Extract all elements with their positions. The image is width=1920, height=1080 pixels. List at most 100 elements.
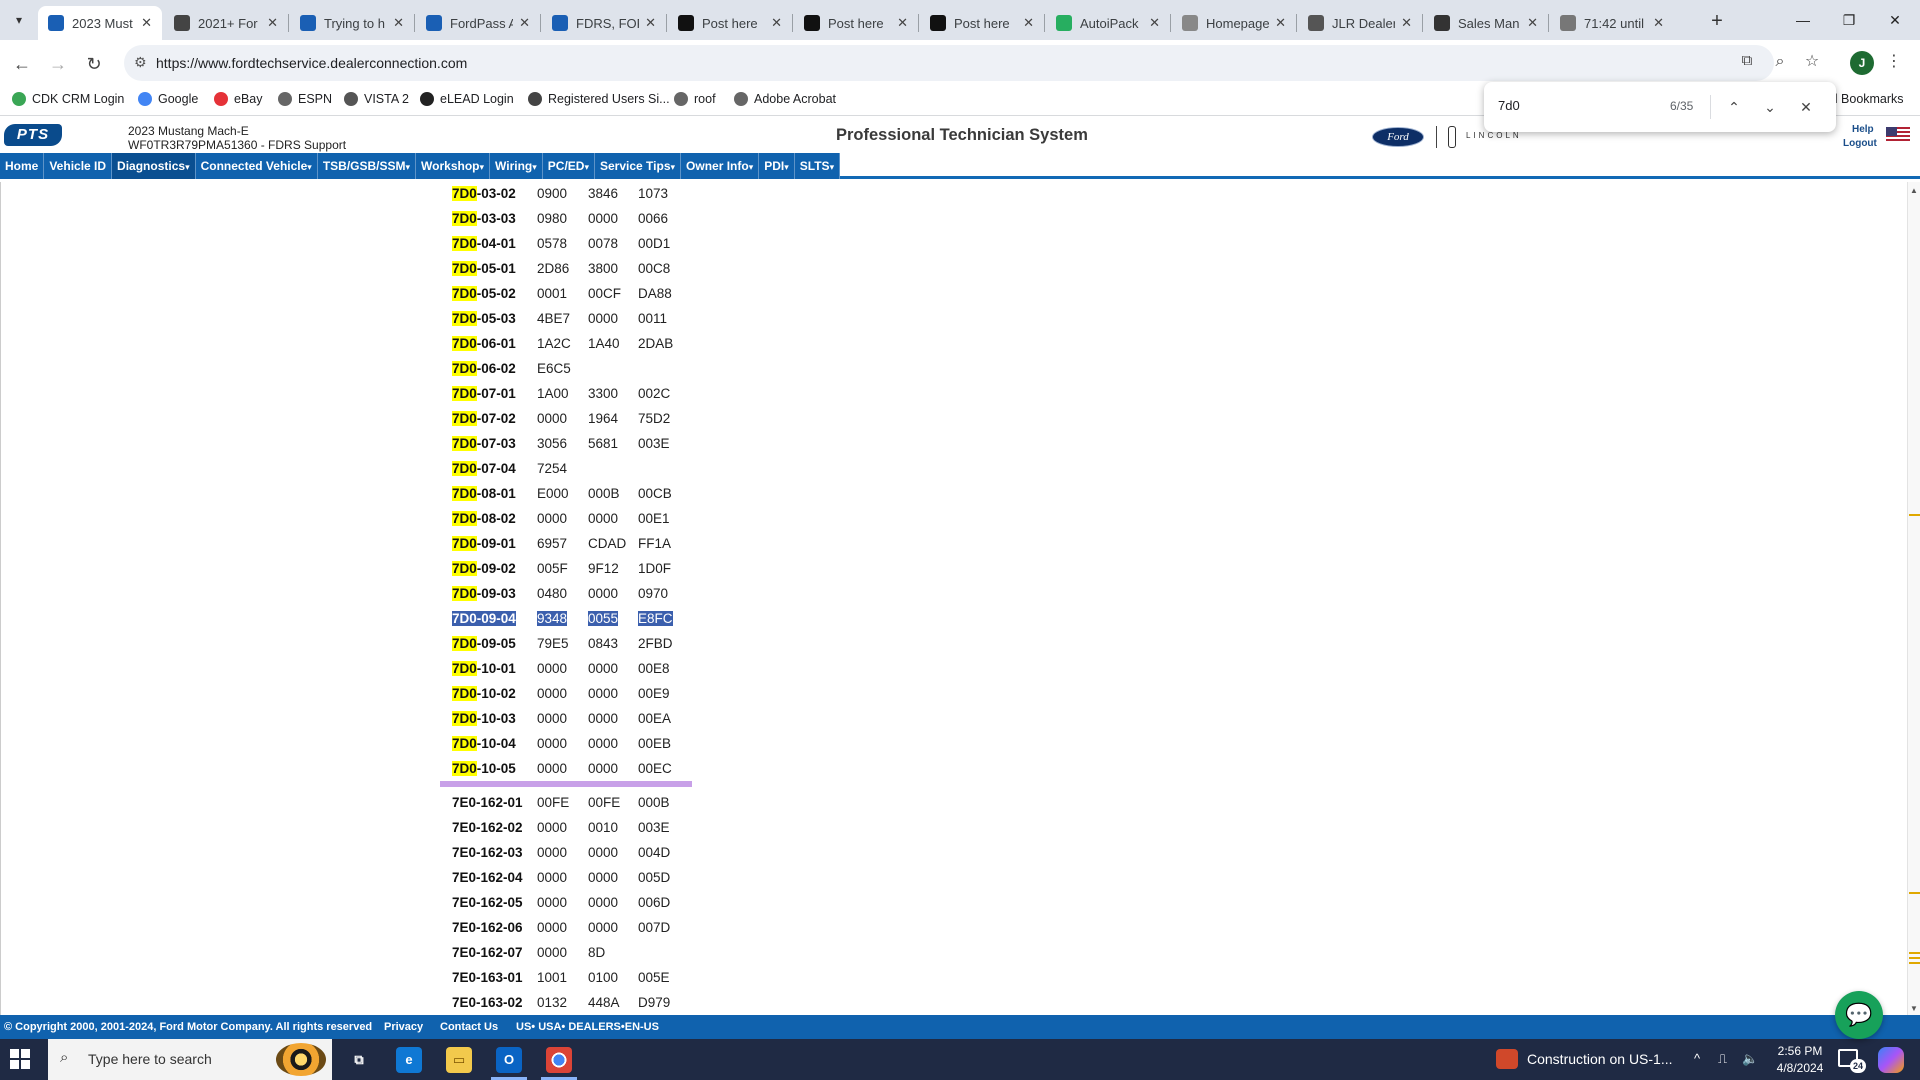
- tab-close-icon[interactable]: ✕: [1149, 15, 1160, 31]
- copilot-icon[interactable]: [1878, 1047, 1904, 1073]
- find-input[interactable]: 7d0: [1498, 98, 1520, 113]
- tab-close-icon[interactable]: ✕: [393, 15, 404, 31]
- bookmark-item[interactable]: Adobe Acrobat: [734, 92, 836, 106]
- bookmark-item[interactable]: CDK CRM Login: [12, 92, 124, 106]
- browser-tab[interactable]: Homepage ✕: [1172, 6, 1296, 40]
- restore-icon[interactable]: ❐: [1826, 4, 1872, 36]
- menu-item-slts[interactable]: SLTS▾: [795, 153, 841, 179]
- us-flag-icon[interactable]: [1886, 127, 1910, 143]
- browser-tab[interactable]: Sales Man ✕: [1424, 6, 1548, 40]
- profile-avatar[interactable]: J: [1850, 51, 1874, 75]
- find-next-icon[interactable]: ⌄: [1758, 95, 1782, 119]
- browser-tab[interactable]: Post here ✕: [794, 6, 918, 40]
- tab-close-icon[interactable]: ✕: [771, 15, 782, 31]
- tab-close-icon[interactable]: ✕: [897, 15, 908, 31]
- browser-tab[interactable]: Post here ✕: [668, 6, 792, 40]
- tab-close-icon[interactable]: ✕: [141, 15, 152, 31]
- bookmark-item[interactable]: eLEAD Login: [420, 92, 514, 106]
- browser-menu-icon[interactable]: ⋮: [1886, 51, 1902, 71]
- menu-item-vehicle-id[interactable]: Vehicle ID: [44, 153, 113, 179]
- tab-close-icon[interactable]: ✕: [1023, 15, 1034, 31]
- bookmark-item[interactable]: VISTA 2: [344, 92, 409, 106]
- browser-tab[interactable]: FDRS, FOR ✕: [542, 6, 666, 40]
- network-icon[interactable]: ⎍: [1718, 1051, 1727, 1067]
- menu-item-service-tips[interactable]: Service Tips▾: [595, 153, 682, 179]
- bookmark-item[interactable]: eBay: [214, 92, 263, 106]
- all-bookmarks-link[interactable]: ll Bookmarks: [1832, 92, 1904, 106]
- tab-close-icon[interactable]: ✕: [1275, 15, 1286, 31]
- menu-item-diagnostics[interactable]: Diagnostics▾: [112, 153, 196, 179]
- row-id-suffix: -05-03: [476, 311, 516, 326]
- windows-start-icon[interactable]: [10, 1049, 30, 1069]
- menu-item-tsb-gsb-ssm[interactable]: TSB/GSB/SSM▾: [318, 153, 417, 179]
- clock-date[interactable]: 4/8/2024: [1772, 1061, 1828, 1075]
- menu-item-workshop[interactable]: Workshop▾: [416, 153, 491, 179]
- edge-icon[interactable]: e: [396, 1047, 422, 1073]
- find-close-icon[interactable]: ✕: [1794, 95, 1818, 119]
- tab-search-icon[interactable]: ▾: [6, 8, 32, 32]
- chrome-icon[interactable]: [546, 1047, 572, 1073]
- tab-close-icon[interactable]: ✕: [1401, 15, 1412, 31]
- bookmark-item[interactable]: Google: [138, 92, 198, 106]
- search-match-highlight: 7D0: [452, 686, 477, 701]
- browser-tab[interactable]: 2021+ For ✕: [164, 6, 288, 40]
- browser-tab[interactable]: JLR Dealer ✕: [1298, 6, 1422, 40]
- menu-item-owner-info[interactable]: Owner Info▾: [681, 153, 760, 179]
- minimize-icon[interactable]: —: [1780, 4, 1826, 36]
- logout-link[interactable]: Logout: [1843, 138, 1877, 149]
- file-explorer-icon[interactable]: ▭: [446, 1047, 472, 1073]
- row-id-suffix: -09-03: [476, 586, 516, 601]
- chat-button[interactable]: 💬: [1835, 991, 1883, 1039]
- ford-logo: Ford: [1372, 127, 1424, 147]
- browser-tab[interactable]: 2023 Must ✕: [38, 6, 162, 40]
- browser-tab[interactable]: AutoiPack ✕: [1046, 6, 1170, 40]
- menu-item-connected-vehicle[interactable]: Connected Vehicle▾: [196, 153, 318, 179]
- row-value-text: 1A2C: [537, 336, 571, 351]
- browser-tab[interactable]: 71:42 until ✕: [1550, 6, 1674, 40]
- menu-item-wiring[interactable]: Wiring▾: [490, 153, 543, 179]
- site-info-icon[interactable]: ⚙: [134, 54, 147, 71]
- tab-close-icon[interactable]: ✕: [1527, 15, 1538, 31]
- new-tab-button[interactable]: +: [1704, 8, 1730, 34]
- browser-tab[interactable]: Trying to h ✕: [290, 6, 414, 40]
- forward-icon[interactable]: →: [44, 50, 72, 78]
- task-view-icon[interactable]: ⧉: [346, 1047, 372, 1073]
- scroll-up-icon[interactable]: ▲: [1910, 186, 1918, 195]
- back-icon[interactable]: ←: [8, 50, 36, 78]
- clock-time[interactable]: 2:56 PM: [1772, 1044, 1828, 1058]
- tray-expand-icon[interactable]: ^: [1694, 1051, 1700, 1066]
- row-value-text: 0000: [537, 661, 568, 676]
- close-window-icon[interactable]: ✕: [1872, 4, 1918, 36]
- row-value-text: 1073: [638, 186, 669, 201]
- weather-news-text[interactable]: Construction on US-1...: [1527, 1051, 1673, 1067]
- row-value: 00C8: [638, 261, 670, 277]
- bookmark-item[interactable]: roof: [674, 92, 716, 106]
- help-link[interactable]: Help: [1852, 124, 1874, 135]
- outlook-icon[interactable]: O: [496, 1047, 522, 1073]
- tab-close-icon[interactable]: ✕: [1653, 15, 1664, 31]
- tab-close-icon[interactable]: ✕: [267, 15, 278, 31]
- lens-icon[interactable]: ⧉: [1736, 52, 1758, 69]
- volume-icon[interactable]: 🔈: [1742, 1051, 1758, 1067]
- browser-tab[interactable]: Post here ✕: [920, 6, 1044, 40]
- pts-logo[interactable]: PTS: [4, 124, 62, 146]
- reload-icon[interactable]: ↻: [80, 50, 108, 78]
- zoom-icon[interactable]: ⌕: [1766, 48, 1794, 76]
- tab-close-icon[interactable]: ✕: [645, 15, 656, 31]
- menu-item-pc-ed[interactable]: PC/ED▾: [543, 153, 595, 179]
- omnibox[interactable]: ⚙ https://www.fordtechservice.dealerconn…: [124, 45, 1774, 81]
- bookmark-item[interactable]: ESPN: [278, 92, 332, 106]
- menu-item-pdi[interactable]: PDI▾: [759, 153, 795, 179]
- weather-traffic-icon[interactable]: [1496, 1049, 1518, 1069]
- bookmark-star-icon[interactable]: ☆: [1798, 48, 1826, 76]
- contact-link[interactable]: Contact Us: [440, 1021, 498, 1033]
- privacy-link[interactable]: Privacy: [384, 1021, 423, 1033]
- scroll-down-icon[interactable]: ▼: [1910, 1004, 1918, 1013]
- tab-close-icon[interactable]: ✕: [519, 15, 530, 31]
- find-previous-icon[interactable]: ⌃: [1722, 95, 1746, 119]
- browser-tab[interactable]: FordPass A ✕: [416, 6, 540, 40]
- vertical-scrollbar[interactable]: ▲ ▼: [1907, 182, 1920, 1020]
- menu-item-home[interactable]: Home: [0, 153, 45, 179]
- taskbar-search[interactable]: ⌕ Type here to search: [48, 1039, 332, 1080]
- bookmark-item[interactable]: Registered Users Si...: [528, 92, 670, 106]
